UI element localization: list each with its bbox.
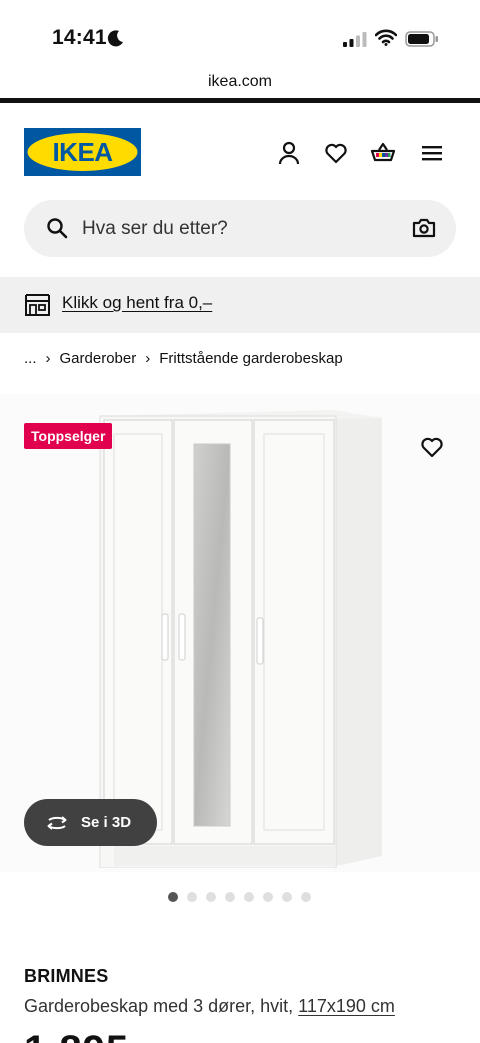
gallery-dot[interactable] [206, 892, 216, 902]
logo-text: IKEA [52, 137, 113, 167]
search-input[interactable]: Hva ser du etter? [82, 200, 228, 257]
gallery-dot[interactable] [225, 892, 235, 902]
camera-icon[interactable] [412, 216, 436, 240]
breadcrumb-item-frittstaende[interactable]: Frittstående garderobeskap [159, 348, 342, 370]
breadcrumb-item-garderober[interactable]: Garderober [60, 348, 137, 370]
store-icon [25, 294, 50, 316]
gallery-dot[interactable] [168, 892, 178, 902]
cart-icon[interactable] [370, 140, 396, 166]
gallery-dot[interactable] [244, 892, 254, 902]
view-3d-button[interactable]: Se i 3D [24, 799, 157, 846]
breadcrumb: ... › Garderober › Frittstående garderobeska… [24, 348, 343, 370]
product-gallery[interactable]: Toppselger Se i 3D [0, 394, 480, 872]
breadcrumb-separator: › [45, 350, 51, 367]
favourite-heart-icon[interactable] [419, 434, 445, 460]
gallery-pagination [168, 892, 311, 902]
breadcrumb-separator: › [145, 350, 151, 367]
gallery-dot[interactable] [282, 892, 292, 902]
account-icon[interactable] [276, 140, 302, 166]
gallery-dot[interactable] [187, 892, 197, 902]
battery-icon [405, 31, 438, 47]
wifi-icon [375, 29, 397, 46]
signal-icon [343, 32, 367, 47]
rotate-3d-icon [47, 816, 67, 830]
store-link[interactable]: Klikk og hent fra 0,– [62, 277, 212, 329]
menu-icon[interactable] [419, 140, 445, 166]
status-time: 14:41 [52, 26, 107, 49]
site-header: IKEA [0, 103, 480, 201]
product-description-text: Garderobeskap med 3 dører, hvit, [24, 996, 294, 1016]
product-description: Garderobeskap med 3 dører, hvit, 117x190… [24, 996, 395, 1017]
search-bar[interactable]: Hva ser du etter? [24, 200, 456, 257]
wishlist-icon[interactable] [323, 140, 349, 166]
browser-url-bar[interactable]: ikea.com [0, 66, 480, 98]
gallery-dot[interactable] [301, 892, 311, 902]
view-3d-label: Se i 3D [81, 814, 132, 831]
status-bar: 14:41 [0, 0, 480, 66]
product-size-link[interactable]: 117x190 cm [298, 996, 395, 1016]
product-price: 1 895 [24, 1030, 129, 1043]
search-icon [47, 218, 68, 239]
product-name: BRIMNES [24, 966, 109, 986]
product-image[interactable] [96, 406, 388, 868]
top-seller-badge: Toppselger [24, 423, 113, 449]
url-text: ikea.com [207, 73, 273, 90]
breadcrumb-item-ellipsis[interactable]: ... [24, 348, 37, 370]
gallery-dot[interactable] [263, 892, 273, 902]
moon-icon [107, 30, 123, 47]
ikea-logo[interactable]: IKEA [24, 128, 141, 176]
store-pickup-strip: Klikk og hent fra 0,– [0, 277, 480, 333]
